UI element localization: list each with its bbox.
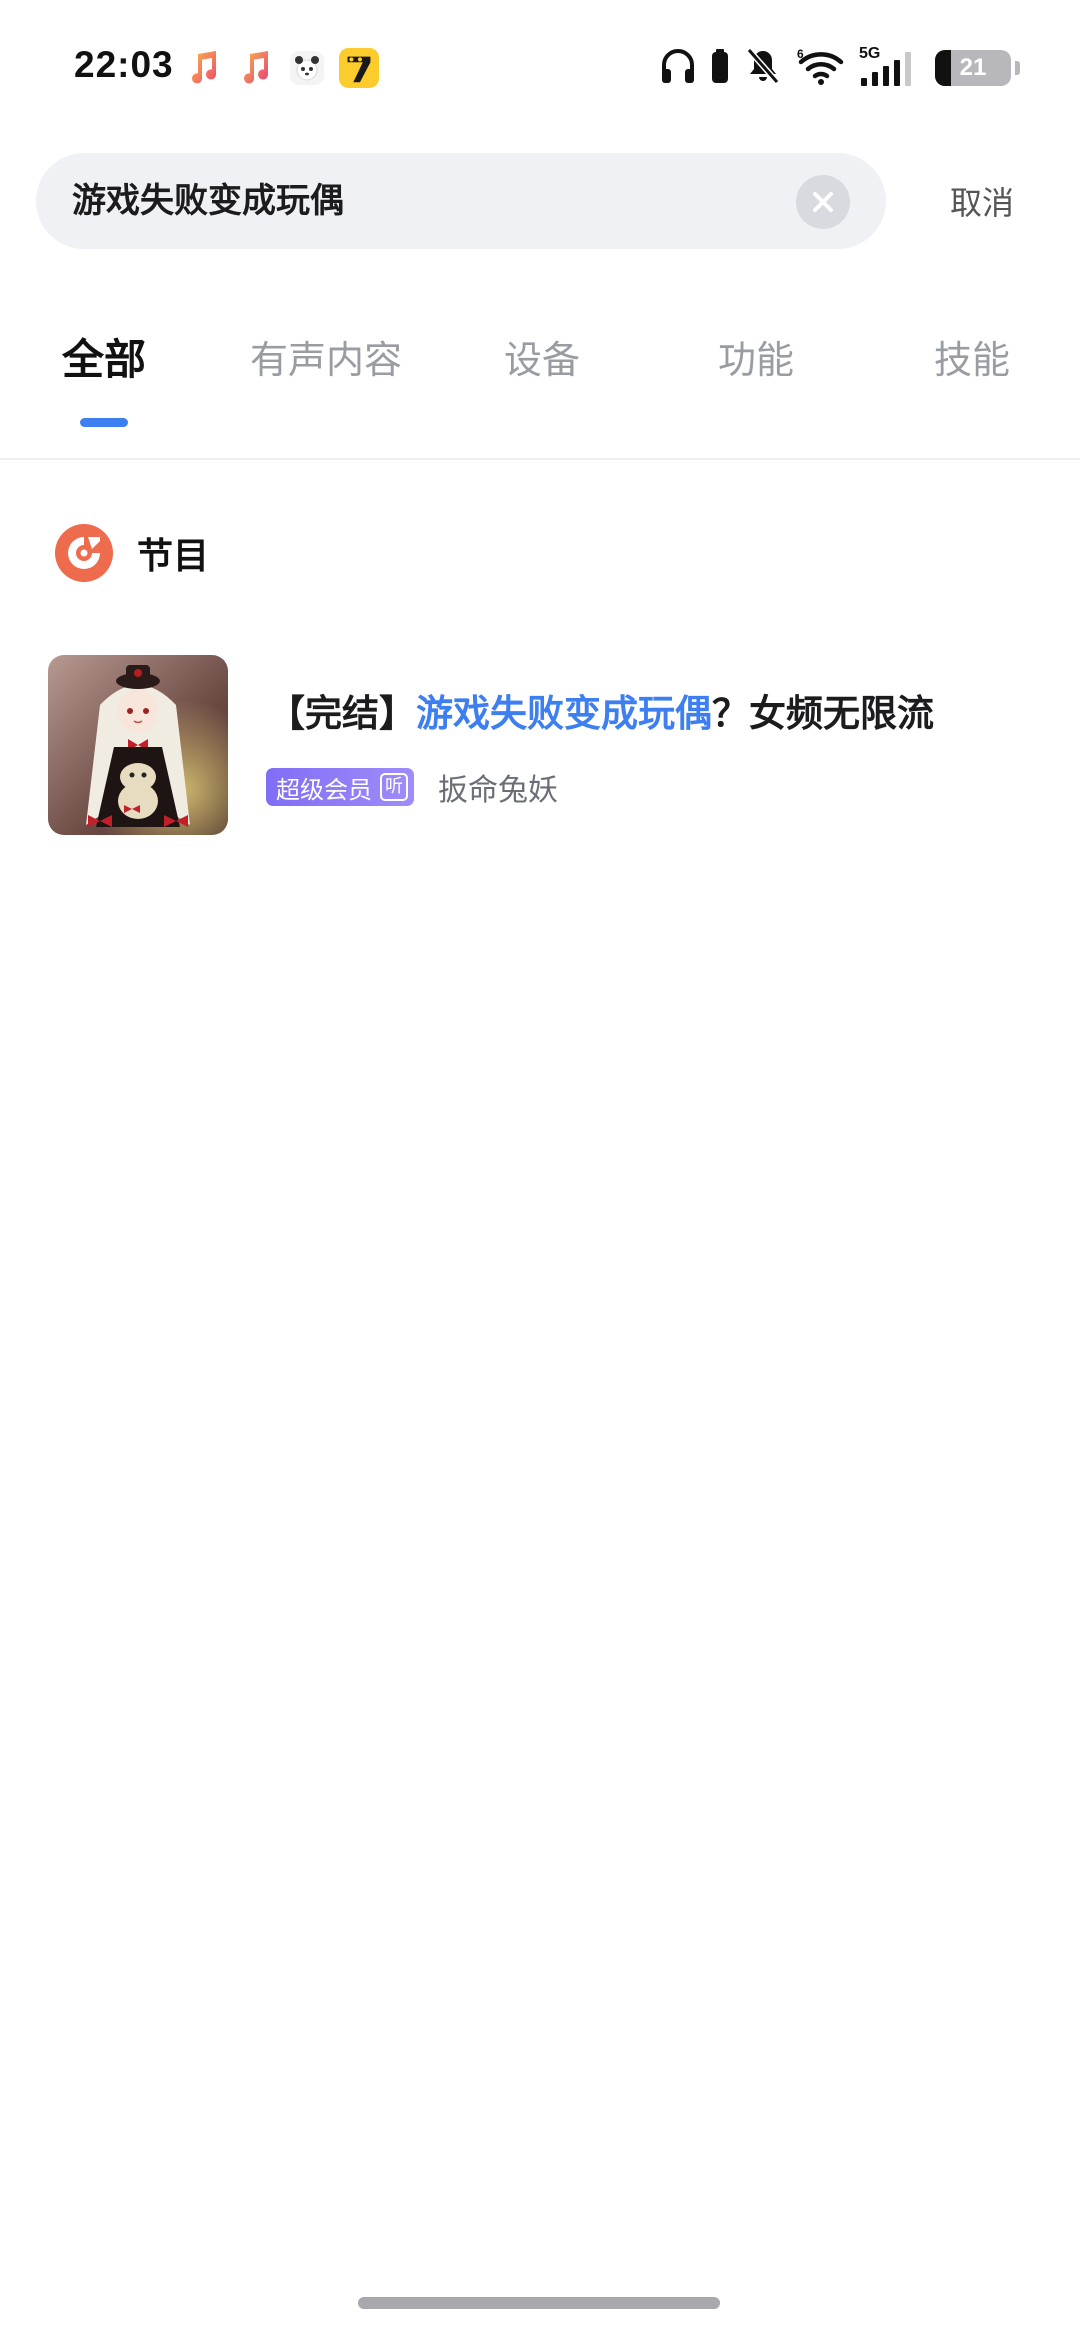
search-input[interactable]: 游戏失败变成玩偶 [36, 153, 886, 249]
status-bar: 22:03 6 5G 21 [0, 0, 1080, 135]
listen-badge: 听 [380, 773, 408, 801]
super-vip-badge: 超级会员 听 [266, 768, 414, 806]
tab-skills[interactable]: 技能 [934, 320, 1010, 400]
home-indicator[interactable] [358, 2297, 720, 2309]
battery-fill [935, 50, 951, 86]
headphone-battery-icon [711, 47, 729, 89]
battery-indicator: 21 [935, 50, 1011, 86]
section-title: 节目 [137, 536, 210, 577]
panda-app-icon [287, 48, 327, 88]
status-time: 22:03 [74, 44, 174, 85]
active-tab-indicator [80, 418, 128, 427]
tabs-divider [0, 458, 1080, 460]
cancel-button[interactable]: 取消 [950, 173, 1014, 233]
tab-features[interactable]: 功能 [718, 320, 794, 400]
battery-level: 21 [959, 54, 987, 81]
search-query[interactable]: 游戏失败变成玩偶 [72, 153, 792, 249]
music-note-icon [235, 48, 275, 88]
result-title-prefix: 【完结】 [268, 692, 416, 735]
system-status-icons: 6 5G 21 [659, 44, 1020, 92]
result-list-item[interactable]: 【完结】游戏失败变成玩偶？女频无限流 超级会员 听 扳命兔妖 [48, 655, 1048, 837]
album-disc-icon [55, 524, 113, 582]
tab-audio-content[interactable]: 有声内容 [250, 320, 402, 400]
result-meta: 超级会员 听 扳命兔妖 [266, 765, 558, 809]
result-title-suffix: ？女频无限流 [712, 692, 934, 735]
bell-muted-icon [743, 46, 783, 90]
result-title: 【完结】游戏失败变成玩偶？女频无限流 [268, 683, 934, 737]
category-tabs: 全部 有声内容 设备 功能 技能 [0, 320, 1080, 400]
author-name: 扳命兔妖 [438, 773, 558, 808]
clear-search-button[interactable] [796, 175, 850, 229]
anime-girl-cover-image [48, 655, 228, 835]
wifi-icon: 6 [797, 46, 845, 90]
music-note-icon [183, 48, 223, 88]
5g-signal-icon: 5G [859, 44, 921, 92]
notification-icons [183, 48, 379, 88]
tab-devices[interactable]: 设备 [504, 320, 580, 400]
svg-text:5G: 5G [859, 45, 880, 62]
section-header: 节目 [55, 523, 209, 583]
result-title-highlight: 游戏失败变成玩偶 [416, 692, 712, 735]
close-icon [813, 192, 833, 212]
battery-nub [1015, 61, 1020, 75]
headphones-icon [659, 47, 697, 89]
qimao-app-icon [339, 48, 379, 88]
tab-all[interactable]: 全部 [62, 320, 146, 400]
vip-badge-label: 超级会员 [276, 775, 372, 804]
